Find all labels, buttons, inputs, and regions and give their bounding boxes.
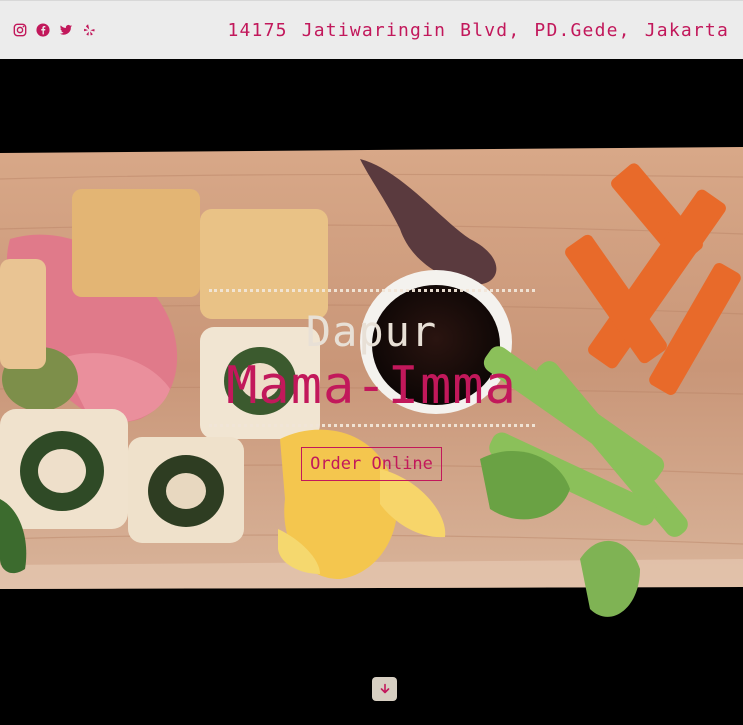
social-links	[13, 23, 96, 37]
divider-dots-top	[208, 289, 535, 292]
restaurant-address: 14175 Jatiwaringin Blvd, PD.Gede, Jakart…	[227, 19, 729, 41]
title-dapur: Dapur	[305, 307, 438, 356]
divider-dots-bottom	[208, 424, 535, 427]
yelp-icon[interactable]	[82, 23, 96, 37]
hero-section: Dapur Mama-Imma Order Online	[0, 59, 743, 725]
facebook-icon[interactable]	[36, 23, 50, 37]
hero-title-block: Dapur Mama-Imma Order Online	[0, 289, 743, 481]
order-online-button[interactable]: Order Online	[301, 447, 442, 481]
instagram-icon[interactable]	[13, 23, 27, 37]
title-mama-imma: Mama-Imma	[226, 356, 517, 416]
scroll-down-button[interactable]	[372, 677, 397, 701]
arrow-down-icon	[380, 683, 389, 694]
twitter-icon[interactable]	[59, 23, 73, 37]
top-bar: 14175 Jatiwaringin Blvd, PD.Gede, Jakart…	[0, 0, 743, 59]
